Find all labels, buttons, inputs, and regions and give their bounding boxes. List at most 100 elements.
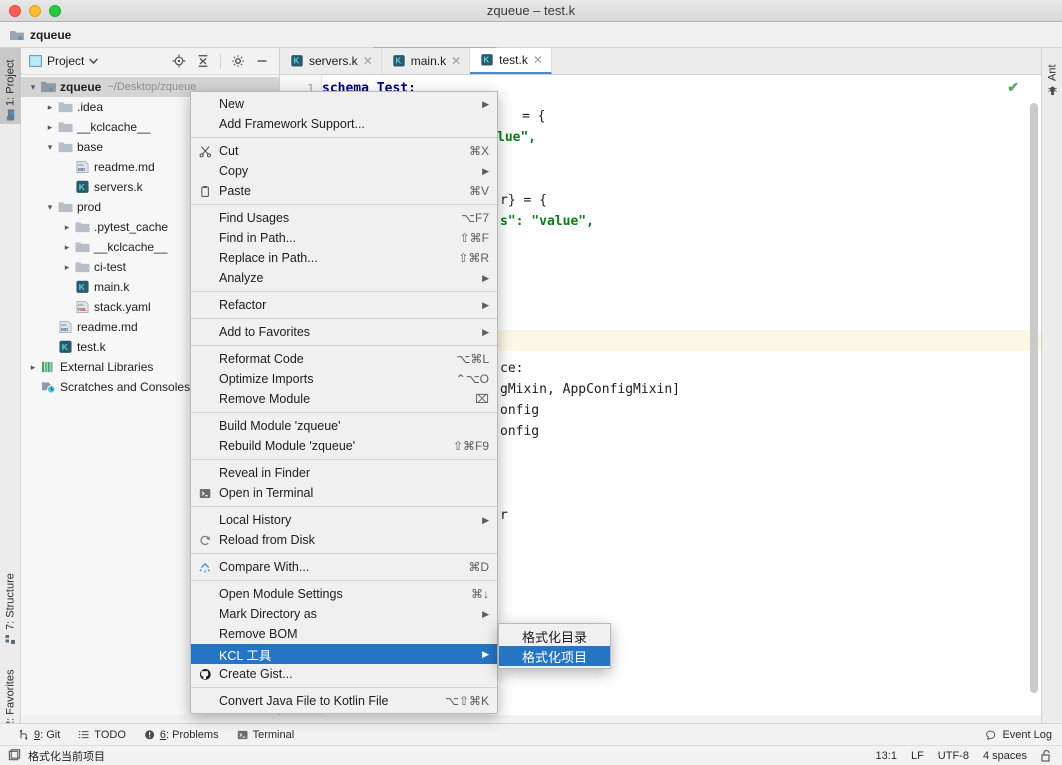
sidebar-item-structure[interactable]: 7: Structure — [0, 556, 21, 648]
markdown-icon: MD — [73, 160, 91, 174]
chevron-right-icon[interactable]: ▸ — [44, 97, 56, 117]
bottom-tab-git[interactable]: 9: Git — [18, 729, 60, 741]
menu-item-find-usages[interactable]: Find Usages ⌥F7 — [191, 208, 497, 228]
chevron-right-icon[interactable]: ▸ — [61, 237, 73, 257]
menu-item-new[interactable]: New ▶ — [191, 94, 497, 114]
editor-tab-test-k[interactable]: Ktest.k ✕ — [470, 48, 552, 74]
bottom-tab-todo[interactable]: TODO — [78, 729, 126, 741]
menu-item-kcl-工具[interactable]: KCL 工具 ▶ — [191, 644, 497, 664]
svg-text:YML: YML — [77, 307, 87, 312]
svg-text:MD: MD — [60, 327, 68, 333]
menu-item-reformat-code[interactable]: Reformat Code ⌥⌘L — [191, 349, 497, 369]
window-title: zqueue – test.k — [486, 3, 576, 18]
menu-item-label: Add to Favorites — [219, 325, 311, 339]
module-icon — [39, 80, 57, 94]
code-line: lue", — [497, 130, 537, 145]
menu-item-reveal-in-finder[interactable]: Reveal in Finder — [191, 463, 497, 483]
chevron-down-icon[interactable]: ▾ — [44, 137, 56, 157]
caret-position[interactable]: 13:1 — [876, 750, 897, 762]
menu-item-compare-with---[interactable]: Compare With... ⌘D — [191, 557, 497, 577]
menu-item-shortcut: ⌘X — [468, 144, 489, 158]
menu-item-shortcut: ⇧⌘F9 — [452, 439, 489, 453]
menu-item-local-history[interactable]: Local History ▶ — [191, 510, 497, 530]
chevron-down-icon[interactable]: ▾ — [27, 77, 39, 97]
kcl-tools-submenu[interactable]: 格式化目录 格式化项目 — [498, 623, 611, 669]
tree-node-label: .idea — [77, 100, 104, 114]
menu-item-add-to-favorites[interactable]: Add to Favorites ▶ — [191, 322, 497, 342]
unlocked-icon[interactable] — [1041, 749, 1052, 762]
inspection-ok-check[interactable]: ✔ — [1007, 79, 1019, 96]
event-log-button[interactable]: Event Log — [985, 729, 1052, 741]
folder-icon — [56, 200, 74, 214]
collapse-all-icon[interactable] — [192, 51, 214, 71]
chevron-right-icon[interactable]: ▸ — [27, 357, 39, 377]
menu-item-shortcut: ⌘D — [468, 560, 489, 574]
gear-icon[interactable] — [227, 51, 249, 71]
close-icon[interactable]: ✕ — [363, 54, 373, 68]
hide-icon[interactable] — [251, 51, 273, 71]
maximize-window-button[interactable] — [49, 4, 61, 17]
editor-tab-servers-k[interactable]: Kservers.k ✕ — [280, 48, 382, 74]
close-icon[interactable]: ✕ — [533, 53, 543, 67]
editor-tab-main-k[interactable]: Kmain.k ✕ — [382, 48, 471, 74]
menu-item-label: Optimize Imports — [219, 372, 314, 386]
menu-item-cut[interactable]: Cut ⌘X — [191, 141, 497, 161]
tree-node-label: External Libraries — [60, 360, 154, 374]
menu-item-optimize-imports[interactable]: Optimize Imports ⌃⌥O — [191, 369, 497, 389]
menu-item-open-module-settings[interactable]: Open Module Settings ⌘↓ — [191, 584, 497, 604]
sidebar-item-project[interactable]: 1: Project — [0, 48, 21, 124]
status-message: 格式化当前项目 — [28, 750, 105, 763]
context-menu[interactable]: New ▶ Add Framework Support... Cut ⌘X Copy ▶ Pa… — [190, 91, 498, 714]
chevron-right-icon[interactable]: ▸ — [61, 217, 73, 237]
submenu-item-1[interactable]: 格式化项目 — [499, 646, 610, 666]
menu-item-copy[interactable]: Copy ▶ — [191, 161, 497, 181]
menu-item-remove-bom[interactable]: Remove BOM — [191, 624, 497, 644]
editor-vertical-scrollbar[interactable] — [1030, 103, 1038, 693]
chevron-down-icon[interactable] — [89, 58, 99, 64]
menu-item-build-module--zqueue-[interactable]: Build Module 'zqueue' — [191, 416, 497, 436]
menu-item-mark-directory-as[interactable]: Mark Directory as ▶ — [191, 604, 497, 624]
menu-item-add-framework-support---[interactable]: Add Framework Support... — [191, 114, 497, 134]
bottom-tab-terminal[interactable]: Terminal — [237, 729, 294, 741]
menu-item-label: Add Framework Support... — [219, 117, 365, 131]
project-icon — [5, 109, 16, 121]
scroll-from-source-icon[interactable] — [168, 51, 190, 71]
menu-item-paste[interactable]: Paste ⌘V — [191, 181, 497, 201]
menu-item-label: Build Module 'zqueue' — [219, 419, 341, 433]
chevron-down-icon[interactable]: ▾ — [44, 197, 56, 217]
line-separator[interactable]: LF — [911, 750, 924, 762]
submenu-item-0[interactable]: 格式化目录 — [499, 626, 610, 646]
encoding[interactable]: UTF-8 — [938, 750, 969, 762]
tree-node-label: __kclcache__ — [94, 240, 168, 254]
menu-separator — [191, 291, 497, 292]
code-line: onfig — [500, 424, 540, 439]
menu-item-replace-in-path---[interactable]: Replace in Path... ⇧⌘R — [191, 248, 497, 268]
status-widget-icon[interactable] — [8, 749, 21, 762]
close-window-button[interactable] — [9, 4, 21, 17]
tree-node-label: test.k — [77, 340, 106, 354]
bottom-tab-problems[interactable]: 6: Problems — [144, 729, 219, 741]
sidebar-item-structure-label: 7: Structure — [4, 573, 17, 630]
svg-text:K: K — [294, 57, 300, 66]
close-icon[interactable]: ✕ — [451, 54, 461, 68]
menu-item-remove-module[interactable]: Remove Module ⌧ — [191, 389, 497, 409]
minimize-window-button[interactable] — [29, 4, 41, 17]
menu-item-find-in-path---[interactable]: Find in Path... ⇧⌘F — [191, 228, 497, 248]
sidebar-item-ant[interactable]: Ant — [1042, 48, 1062, 100]
menu-item-convert-java-file-to-kotlin-file[interactable]: Convert Java File to Kotlin File ⌥⇧⌘K — [191, 691, 497, 711]
chevron-right-icon[interactable]: ▸ — [61, 257, 73, 277]
tree-node-label: servers.k — [94, 180, 143, 194]
menu-item-reload-from-disk[interactable]: Reload from Disk — [191, 530, 497, 550]
menu-item-create-gist---[interactable]: Create Gist... — [191, 664, 497, 684]
menu-item-analyze[interactable]: Analyze ▶ — [191, 268, 497, 288]
chevron-right-icon[interactable]: ▸ — [44, 117, 56, 137]
project-view-selector[interactable]: Project — [29, 54, 99, 68]
menu-item-open-in-terminal[interactable]: Open in Terminal — [191, 483, 497, 503]
menu-item-rebuild-module--zqueue-[interactable]: Rebuild Module 'zqueue' ⇧⌘F9 — [191, 436, 497, 456]
code-line: s": "value", — [500, 214, 594, 229]
menu-item-shortcut: ⇧⌘R — [458, 251, 489, 265]
indent-setting[interactable]: 4 spaces — [983, 750, 1027, 762]
menu-item-refactor[interactable]: Refactor ▶ — [191, 295, 497, 315]
sidebar-item-project-label: 1: Project — [4, 59, 17, 106]
sidebar-item-favorites-label: 2: Favorites — [4, 669, 17, 727]
